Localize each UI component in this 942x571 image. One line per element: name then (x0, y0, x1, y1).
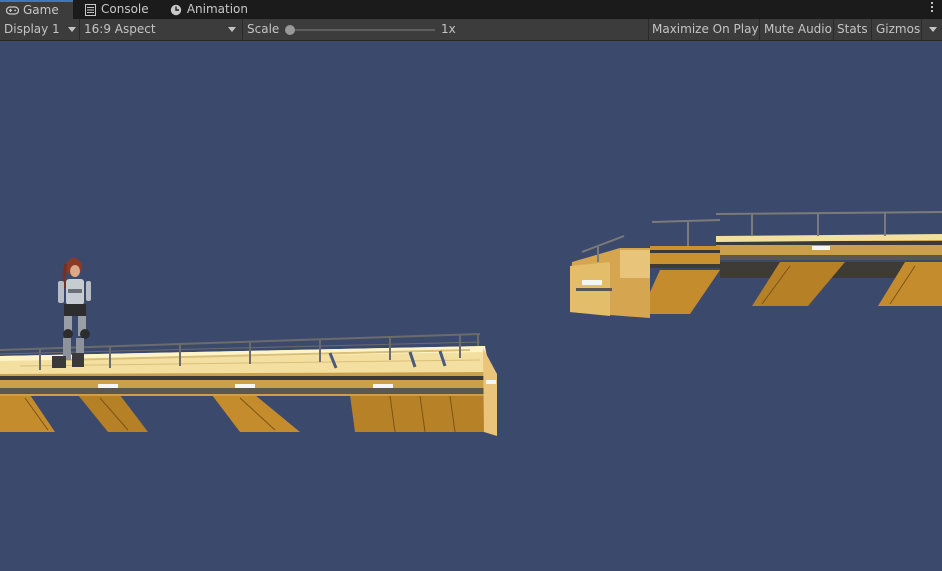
game-viewport[interactable] (0, 41, 942, 571)
right-platform (570, 211, 942, 318)
left-platform (0, 333, 497, 436)
game-scene (0, 211, 942, 436)
